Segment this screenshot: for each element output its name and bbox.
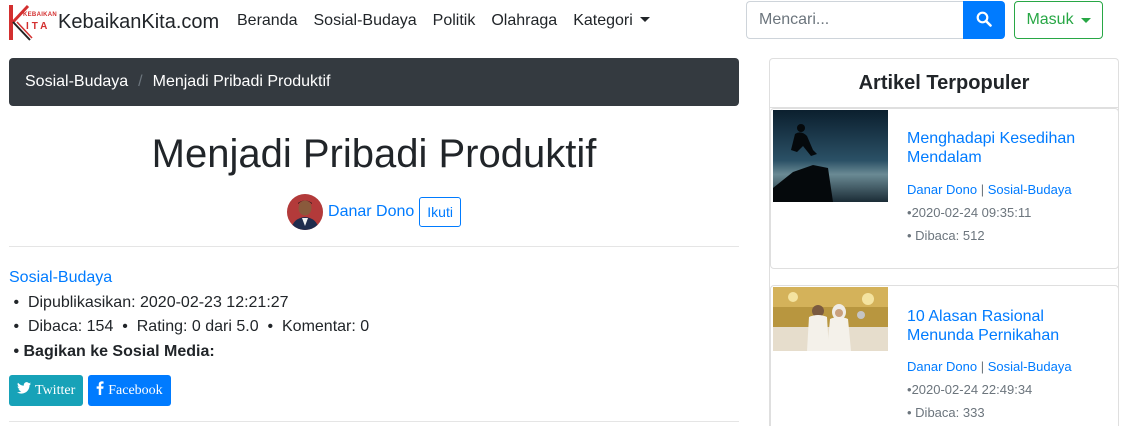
nav-item-kategori-label: Kategori (573, 12, 633, 29)
divider (9, 246, 739, 247)
search-button[interactable] (963, 1, 1005, 39)
logo-text-top: KEBAIKAN (23, 12, 58, 18)
popular-article-card[interactable]: 10 Alasan Rasional Menunda Pernikahan Da… (770, 285, 1119, 426)
breadcrumb-category-link[interactable]: Sosial-Budaya (25, 73, 128, 91)
read-label: Dibaca: (915, 228, 960, 243)
twitter-label: Twitter (35, 382, 76, 398)
article-category-link[interactable]: Sosial-Budaya (988, 182, 1072, 197)
search-input[interactable] (746, 1, 964, 39)
article-thumbnail[interactable] (773, 287, 888, 351)
navbar: KEBAIKAN ITA KebaikanKita.com Beranda So… (0, 0, 1132, 45)
article-title: Menjadi Pribadi Produktif (151, 132, 597, 176)
article-date: 2020-02-24 09:35:11 (911, 205, 1032, 220)
comments-label: Komentar: (282, 318, 356, 335)
popular-articles-sidebar: Artikel Terpopuler Menghadapi Kesedihan … (769, 58, 1119, 426)
follow-button[interactable]: Ikuti (419, 197, 461, 227)
share-label: Bagikan ke Sosial Media: (23, 342, 215, 360)
article-author-link[interactable]: Danar Dono (907, 359, 977, 374)
read-count: 154 (86, 318, 114, 335)
published-label: Dipublikasikan: (27, 293, 136, 311)
login-dropdown-button[interactable]: Masuk (1014, 1, 1103, 39)
article-meta: Sosial-Budaya • Dipublikasikan: 2020-02-… (9, 269, 370, 360)
rating-value: 0 dari 5.0 (191, 318, 259, 335)
nav-menu: Beranda Sosial-Budaya Politik Olahraga K… (237, 12, 666, 30)
article-date: 2020-02-24 22:49:34 (911, 382, 1033, 397)
author-name-link[interactable]: Danar Dono (328, 203, 414, 221)
search-icon (976, 11, 992, 30)
nav-item-sosial-budaya[interactable]: Sosial-Budaya (314, 12, 417, 30)
chevron-down-icon (639, 17, 650, 22)
twitter-icon (17, 382, 35, 399)
rating-label: Rating: (136, 318, 188, 335)
comments-count: 0 (360, 318, 370, 335)
nav-item-politik[interactable]: Politik (433, 12, 476, 30)
breadcrumb: Sosial-Budaya / Menjadi Pribadi Produkti… (9, 58, 739, 106)
separator: | (980, 359, 985, 374)
read-label: Dibaca: (915, 405, 960, 420)
brand-logo: KEBAIKAN ITA (8, 2, 57, 42)
article-title-link[interactable]: 10 Alasan Rasional Menunda Pernikahan (907, 307, 1107, 345)
published-date: 2020-02-23 12:21:27 (140, 293, 289, 311)
chevron-down-icon (1080, 17, 1091, 23)
facebook-icon (96, 381, 108, 400)
read-count: 512 (962, 228, 985, 243)
logo-text-bottom: ITA (26, 21, 51, 32)
brand-link[interactable]: KEBAIKAN ITA KebaikanKita.com (8, 2, 219, 42)
read-count: 333 (962, 405, 985, 420)
popular-article-card[interactable]: Menghadapi Kesedihan Mendalam Danar Dono… (770, 108, 1119, 269)
share-twitter-button[interactable]: Twitter (9, 375, 84, 406)
login-label: Masuk (1026, 11, 1074, 28)
breadcrumb-current: Menjadi Pribadi Produktif (152, 73, 331, 90)
facebook-label: Facebook (108, 382, 163, 398)
nav-item-olahraga[interactable]: Olahraga (491, 12, 557, 30)
breadcrumb-separator: / (138, 73, 143, 90)
nav-item-beranda[interactable]: Beranda (237, 12, 298, 30)
article-author-link[interactable]: Danar Dono (907, 182, 977, 197)
author-avatar[interactable] (287, 194, 324, 230)
nav-item-kategori-dropdown[interactable]: Kategori (573, 12, 650, 30)
sidebar-title: Artikel Terpopuler (770, 59, 1118, 108)
share-buttons: Twitter Facebook (9, 375, 171, 406)
brand-name: KebaikanKita.com (58, 10, 220, 33)
article-category-link[interactable]: Sosial-Budaya (988, 359, 1072, 374)
read-label: Dibaca: (27, 318, 83, 335)
article-thumbnail[interactable] (773, 110, 888, 202)
share-facebook-button[interactable]: Facebook (88, 375, 171, 406)
article-title-link[interactable]: Menghadapi Kesedihan Mendalam (907, 129, 1107, 167)
article-category-link[interactable]: Sosial-Budaya (9, 269, 112, 286)
author-row: Danar Dono Ikuti (9, 194, 739, 230)
divider (9, 421, 739, 422)
separator: | (980, 182, 985, 197)
